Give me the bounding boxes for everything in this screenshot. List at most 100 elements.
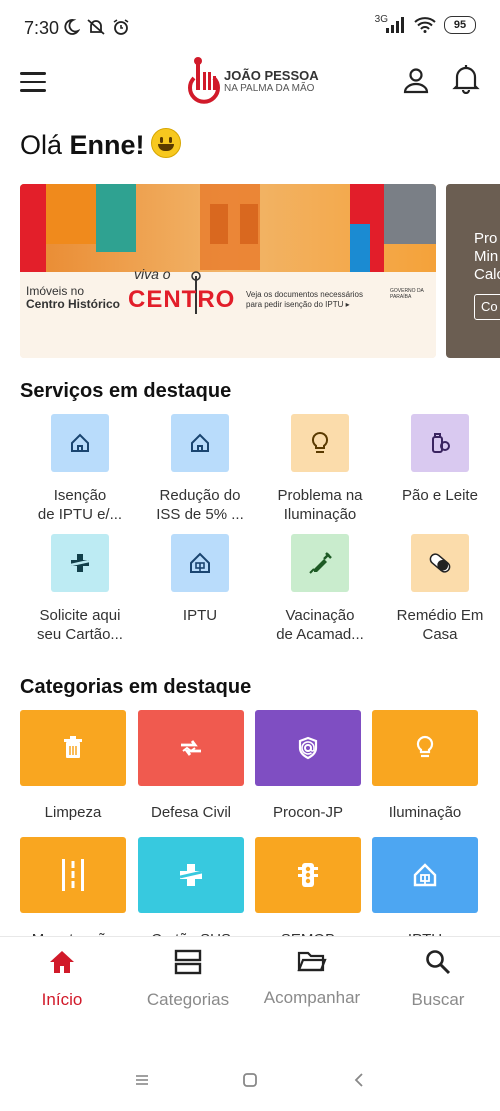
hamburger-line xyxy=(20,89,46,92)
promo-banner-2[interactable]: Pro Min Calc Co xyxy=(446,184,500,358)
smiley-emoji-icon xyxy=(150,128,181,158)
category-label: Procon-JP xyxy=(272,804,344,821)
defesa-icon xyxy=(138,710,244,786)
banner-centro: CENTRO xyxy=(128,286,236,313)
category-item[interactable]: Procon-JP xyxy=(255,710,361,821)
banner2-line2: Min xyxy=(474,248,499,265)
back-icon[interactable] xyxy=(352,1072,366,1088)
nav-label: Buscar xyxy=(411,990,465,1009)
banner-text-2: Centro Histórico xyxy=(26,297,121,311)
category-item[interactable]: SEMOB xyxy=(255,837,361,948)
recent-apps-icon[interactable] xyxy=(134,1073,150,1087)
service-item[interactable]: Vacinação de Acamad... xyxy=(261,534,379,644)
status-bar: 7:30 3G 95 xyxy=(0,0,500,54)
trash-icon xyxy=(20,710,126,786)
banner-artwork xyxy=(20,184,436,358)
promo-banner[interactable]: Imóveis no Centro Histórico viva o CENTR… xyxy=(20,184,436,358)
service-item[interactable]: Solicite aqui seu Cartão... xyxy=(21,534,139,644)
lightbulb-icon xyxy=(372,710,478,786)
category-item[interactable]: Manutenção xyxy=(20,837,126,948)
service-label-2: Casa xyxy=(422,626,458,643)
nav-label: Categorias xyxy=(146,990,230,1009)
hand-logo-icon xyxy=(188,57,220,104)
road-icon xyxy=(20,837,126,913)
user-profile-icon[interactable] xyxy=(402,66,430,94)
service-label-1: Problema na xyxy=(277,487,363,504)
pill-icon xyxy=(411,534,469,592)
search-icon xyxy=(426,950,451,975)
baby-bottle-icon xyxy=(411,414,469,472)
banner2-line3: Calc xyxy=(474,266,500,283)
nav-acompanhar[interactable]: Acompanhar xyxy=(250,949,374,1008)
nav-buscar[interactable]: Buscar xyxy=(376,949,500,1010)
logo-subtitle: NA PALMA DA MÃO xyxy=(224,82,315,94)
service-item[interactable]: Isenção de IPTU e/... xyxy=(21,414,139,524)
menu-button[interactable] xyxy=(20,72,46,92)
service-item[interactable]: Redução do ISS de 5% ... xyxy=(141,414,259,524)
banner2-line1: Pro xyxy=(474,230,498,247)
nav-label: Início xyxy=(41,990,83,1009)
nav-label: Acompanhar xyxy=(263,988,361,1007)
user-name: Enne! xyxy=(69,130,145,160)
signal-icon xyxy=(386,17,404,33)
mute-icon xyxy=(87,19,105,35)
app-logo: JOÃO PESSOA NA PALMA DA MÃO xyxy=(186,56,319,106)
banner-gov: GOVERNO DA PARAÍBA xyxy=(390,288,424,300)
traffic-light-icon xyxy=(255,837,361,913)
categories-icon xyxy=(174,949,202,975)
medical-cross-icon xyxy=(138,837,244,913)
status-time: 7:30 xyxy=(24,18,60,38)
nav-inicio[interactable]: Início xyxy=(0,949,124,1010)
categories-title: Categorias em destaque xyxy=(20,676,252,698)
notification-bell-icon[interactable] xyxy=(452,64,480,94)
house-icon xyxy=(171,414,229,472)
service-item[interactable]: Pão e Leite xyxy=(381,414,499,505)
status-icons-left xyxy=(62,18,130,36)
service-label-1: Solicite aqui xyxy=(39,607,121,624)
category-label: Limpeza xyxy=(44,804,102,821)
category-item[interactable]: Iluminação xyxy=(372,710,478,821)
folder-icon xyxy=(297,951,327,972)
service-label-2: ISS de 5% ... xyxy=(156,506,244,523)
house-icon xyxy=(51,414,109,472)
lightbulb-icon xyxy=(291,414,349,472)
service-label-1: Isenção xyxy=(53,487,107,504)
home-button-icon[interactable] xyxy=(242,1072,258,1088)
service-label-2: de IPTU e/... xyxy=(37,506,123,523)
services-title: Serviços em destaque xyxy=(20,380,232,402)
category-item[interactable]: IPTU xyxy=(372,837,478,948)
service-label-1: IPTU xyxy=(182,607,218,624)
banner-note: Veja os documentos necessários para pedi… xyxy=(246,290,363,309)
category-item[interactable]: Limpeza xyxy=(20,710,126,821)
battery-indicator: 95 xyxy=(444,16,476,34)
banner2-button[interactable]: Co xyxy=(474,294,500,320)
service-label-1: Pão e Leite xyxy=(402,487,478,504)
medical-cross-icon xyxy=(51,534,109,592)
service-label-1: Vacinação xyxy=(285,607,355,624)
service-label-1: Redução do xyxy=(159,487,241,504)
app-header: JOÃO PESSOA NA PALMA DA MÃO xyxy=(0,54,500,116)
category-item[interactable]: Cartão SUS xyxy=(138,837,244,948)
service-item[interactable]: IPTU xyxy=(141,534,259,625)
alarm-icon xyxy=(113,19,129,35)
moon-icon xyxy=(64,19,80,35)
status-icons-right: 95 xyxy=(386,16,476,34)
greeting-prefix: Olá xyxy=(20,130,70,160)
home-icon xyxy=(50,951,74,973)
service-item[interactable]: Remédio Em Casa xyxy=(381,534,499,644)
bottom-navigation: Início Categorias Acompanhar Buscar xyxy=(0,936,500,1037)
hamburger-icon xyxy=(20,72,46,75)
nav-categorias[interactable]: Categorias xyxy=(126,949,250,1010)
service-label-2: Iluminação xyxy=(283,506,357,523)
service-label-1: Remédio Em xyxy=(396,607,484,624)
banner-viva: viva o xyxy=(134,266,171,282)
syringe-icon xyxy=(291,534,349,592)
logo-title: JOÃO PESSOA xyxy=(224,67,319,83)
category-label: Defesa Civil xyxy=(150,804,232,821)
category-item[interactable]: Defesa Civil xyxy=(138,710,244,821)
house-icon xyxy=(171,534,229,592)
system-navigation-bar xyxy=(0,1050,500,1111)
category-label: Iluminação xyxy=(388,804,462,821)
house-icon xyxy=(372,837,478,913)
service-item[interactable]: Problema na Iluminação xyxy=(261,414,379,524)
